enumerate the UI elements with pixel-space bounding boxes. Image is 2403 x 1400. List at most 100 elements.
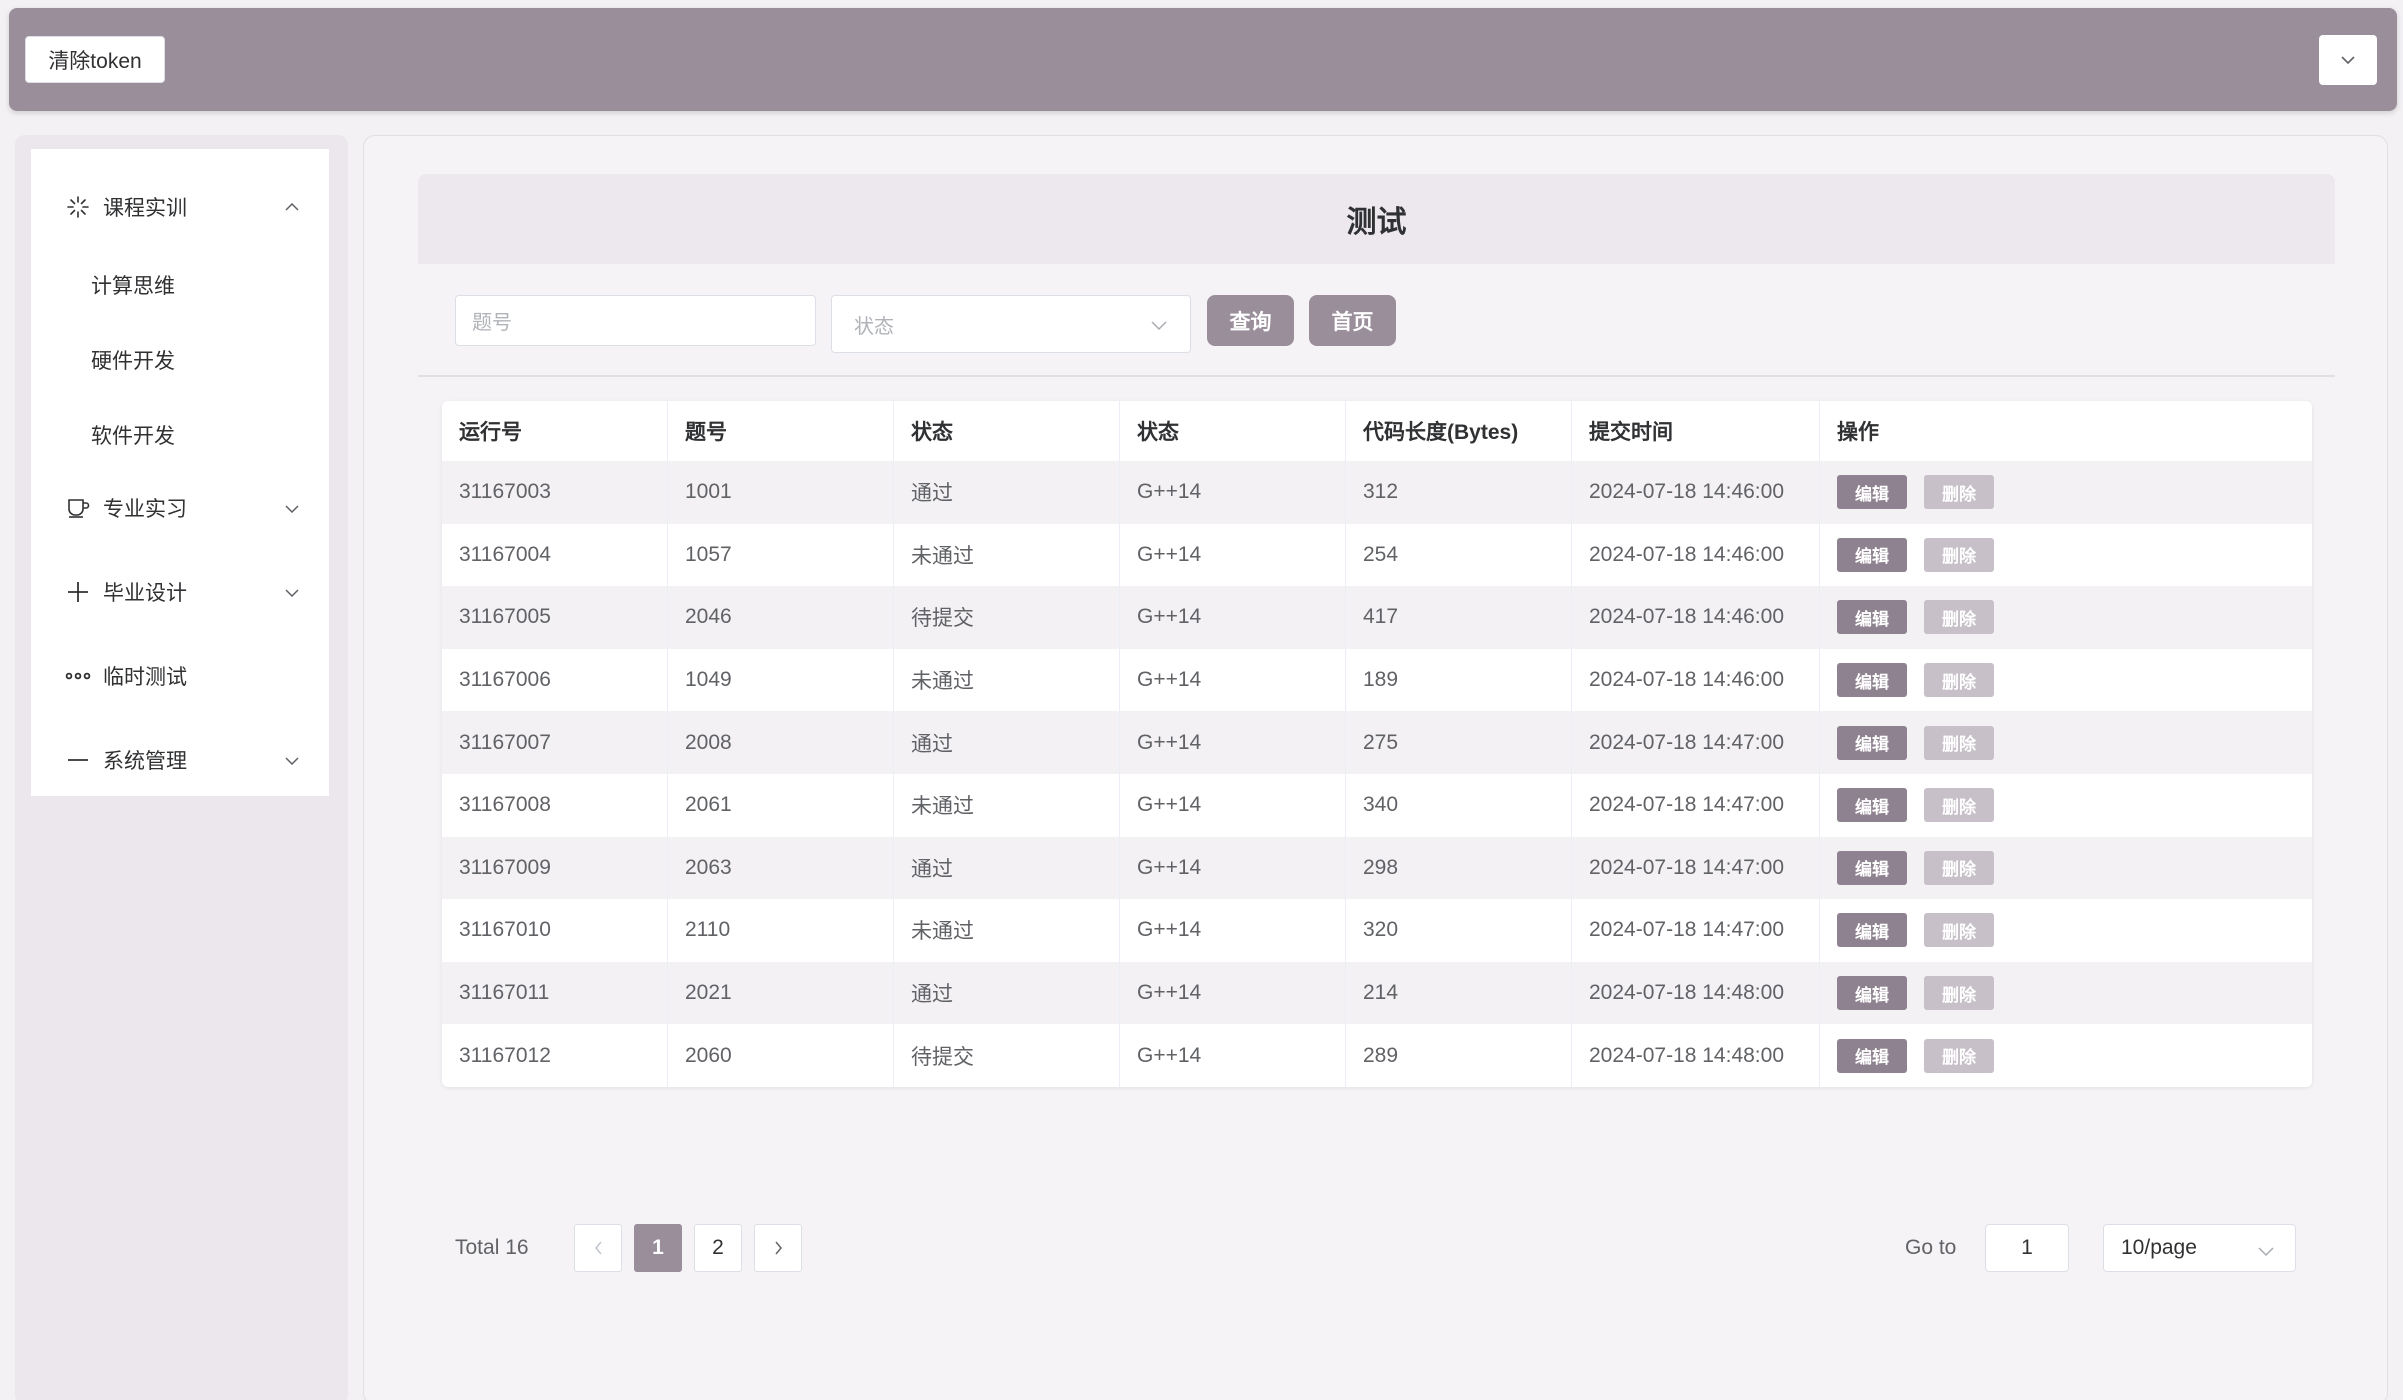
- edit-button[interactable]: 编辑: [1837, 600, 1907, 635]
- home-button[interactable]: 首页: [1309, 295, 1396, 346]
- cell-problem-id: 1049: [668, 648, 894, 712]
- goto-page-input[interactable]: 1: [1985, 1224, 2069, 1272]
- menu-item-label: 临时测试: [103, 666, 187, 689]
- pagination: Total 16 1 2 Go to 1 10/page: [455, 1224, 2296, 1274]
- coffee-cup-icon: [65, 495, 91, 521]
- delete-button[interactable]: 删除: [1924, 537, 1994, 572]
- menu-group-internship[interactable]: 专业实习: [31, 478, 329, 538]
- cell-code-length: 320: [1346, 899, 1572, 962]
- problem-number-placeholder: 题号: [472, 312, 512, 334]
- menu-group-graduation-design[interactable]: 毕业设计: [31, 562, 329, 622]
- column-header-status: 状态: [894, 401, 1120, 461]
- menu-item-computational-thinking[interactable]: 计算思维: [31, 255, 329, 315]
- column-header-language: 状态: [1120, 401, 1346, 461]
- cell-language: G++14: [1120, 461, 1346, 524]
- menu-item-label: 计算思维: [91, 275, 175, 298]
- cell-submit-time: 2024-07-18 14:47:00: [1572, 899, 1820, 962]
- chevron-down-icon: [2341, 56, 2355, 65]
- column-header-run-id: 运行号: [442, 401, 668, 461]
- cell-status: 未通过: [894, 773, 1120, 837]
- cell-status: 通过: [894, 711, 1120, 774]
- divider: [418, 375, 2335, 377]
- chevron-right-icon: [774, 1241, 782, 1255]
- clear-token-button[interactable]: 清除token: [25, 36, 165, 83]
- cell-problem-id: 2046: [668, 586, 894, 649]
- cell-language: G++14: [1120, 836, 1346, 900]
- delete-button[interactable]: 删除: [1924, 976, 1994, 1011]
- delete-button[interactable]: 删除: [1924, 600, 1994, 635]
- prev-page-button[interactable]: [574, 1224, 622, 1272]
- cell-actions: 编辑 删除: [1820, 711, 2312, 774]
- table-row: 31167009 2063 通过 G++14 298 2024-07-18 14:47:0…: [442, 836, 2312, 900]
- column-header-problem-id: 题号: [668, 401, 894, 461]
- cell-submit-time: 2024-07-18 14:46:00: [1572, 461, 1820, 524]
- table-row: 31167008 2061 未通过 G++14 340 2024-07-18 14:47:…: [442, 773, 2312, 837]
- menu-group-course-training[interactable]: 课程实训: [31, 177, 329, 237]
- menu-group-system-management[interactable]: 系统管理: [31, 730, 329, 790]
- table-row: 31167011 2021 通过 G++14 214 2024-07-18 14:48:0…: [442, 961, 2312, 1025]
- cell-run-id: 31167012: [442, 1024, 668, 1087]
- sidebar-panel: 课程实训 计算思维 硬件开发 软件开发 专业实习 毕业设计 临时测试 系统管理: [15, 135, 348, 1400]
- cell-language: G++14: [1120, 648, 1346, 712]
- page-button-2[interactable]: 2: [694, 1224, 742, 1272]
- query-button[interactable]: 查询: [1207, 295, 1294, 346]
- menu-item-temporary-test[interactable]: 临时测试: [31, 646, 329, 706]
- cell-language: G++14: [1120, 586, 1346, 649]
- menu-group-label: 系统管理: [103, 750, 187, 773]
- cell-run-id: 31167010: [442, 899, 668, 962]
- cell-code-length: 417: [1346, 586, 1572, 649]
- delete-button[interactable]: 删除: [1924, 788, 1994, 823]
- cell-run-id: 31167006: [442, 648, 668, 712]
- edit-button[interactable]: 编辑: [1837, 663, 1907, 698]
- header-dropdown-button[interactable]: [2319, 35, 2377, 85]
- delete-button[interactable]: 删除: [1924, 725, 1994, 760]
- more-icon: [65, 663, 91, 689]
- menu-item-software-dev[interactable]: 软件开发: [31, 405, 329, 465]
- cell-submit-time: 2024-07-18 14:48:00: [1572, 1024, 1820, 1087]
- edit-button[interactable]: 编辑: [1837, 475, 1907, 510]
- goto-label: Go to: [1905, 1236, 1957, 1259]
- table-row: 31167006 1049 未通过 G++14 189 2024-07-18 14:46:…: [442, 648, 2312, 712]
- cell-actions: 编辑 删除: [1820, 461, 2312, 524]
- chevron-left-icon: [594, 1241, 602, 1255]
- cell-run-id: 31167004: [442, 523, 668, 587]
- edit-button[interactable]: 编辑: [1837, 913, 1907, 948]
- cell-submit-time: 2024-07-18 14:46:00: [1572, 586, 1820, 649]
- page-size-select[interactable]: 10/page: [2103, 1224, 2296, 1272]
- delete-button[interactable]: 删除: [1924, 913, 1994, 948]
- cell-language: G++14: [1120, 899, 1346, 962]
- cell-status: 通过: [894, 961, 1120, 1025]
- cell-actions: 编辑 删除: [1820, 586, 2312, 649]
- menu-item-label: 软件开发: [91, 425, 175, 448]
- chevron-down-icon: [2257, 1239, 2275, 1263]
- delete-button[interactable]: 删除: [1924, 1038, 1994, 1073]
- problem-number-input[interactable]: 题号: [455, 295, 816, 346]
- cell-actions: 编辑 删除: [1820, 1024, 2312, 1087]
- plus-icon: [65, 579, 91, 605]
- menu-group-label: 毕业设计: [103, 582, 187, 605]
- top-header: 清除token: [9, 8, 2397, 111]
- page-button-1[interactable]: 1: [634, 1224, 682, 1272]
- cell-submit-time: 2024-07-18 14:46:00: [1572, 523, 1820, 587]
- chevron-down-icon: [283, 583, 301, 601]
- cell-problem-id: 1001: [668, 461, 894, 524]
- delete-button[interactable]: 删除: [1924, 475, 1994, 510]
- cell-run-id: 31167011: [442, 961, 668, 1025]
- cell-problem-id: 2008: [668, 711, 894, 774]
- delete-button[interactable]: 删除: [1924, 850, 1994, 885]
- next-page-button[interactable]: [754, 1224, 802, 1272]
- cell-problem-id: 2110: [668, 899, 894, 962]
- cell-language: G++14: [1120, 523, 1346, 587]
- edit-button[interactable]: 编辑: [1837, 976, 1907, 1011]
- cell-run-id: 31167008: [442, 773, 668, 837]
- edit-button[interactable]: 编辑: [1837, 1038, 1907, 1073]
- edit-button[interactable]: 编辑: [1837, 537, 1907, 572]
- menu-item-hardware-dev[interactable]: 硬件开发: [31, 330, 329, 390]
- menu-item-label: 硬件开发: [91, 350, 175, 373]
- edit-button[interactable]: 编辑: [1837, 725, 1907, 760]
- delete-button[interactable]: 删除: [1924, 663, 1994, 698]
- status-select[interactable]: 状态: [831, 295, 1191, 353]
- edit-button[interactable]: 编辑: [1837, 788, 1907, 823]
- edit-button[interactable]: 编辑: [1837, 850, 1907, 885]
- cell-problem-id: 1057: [668, 523, 894, 587]
